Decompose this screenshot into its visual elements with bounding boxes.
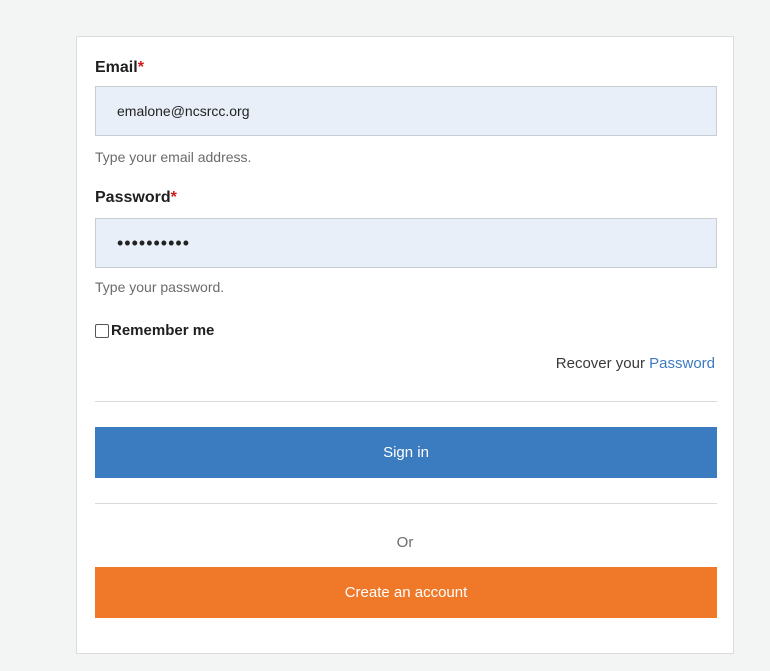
create-account-button[interactable]: Create an account xyxy=(95,567,717,618)
password-label-text: Password xyxy=(95,189,171,206)
email-field[interactable] xyxy=(95,86,717,136)
email-required-mark: * xyxy=(137,59,144,76)
remember-me-checkbox[interactable] xyxy=(95,323,109,338)
recover-password-row: Recover your Password xyxy=(556,355,715,372)
recover-prefix-text: Recover your xyxy=(555,355,650,372)
recover-password-link[interactable]: Password xyxy=(649,355,715,372)
login-card: Email* Type your email address. Password… xyxy=(76,36,734,654)
email-help-text: Type your email address. xyxy=(95,149,252,165)
login-page: Email* Type your email address. Password… xyxy=(0,0,770,671)
sign-in-button[interactable]: Sign in xyxy=(95,427,717,478)
remember-me-label[interactable]: Remember me xyxy=(111,322,214,339)
divider-bottom xyxy=(95,503,717,504)
password-required-mark: * xyxy=(170,189,177,206)
divider-top xyxy=(95,401,717,402)
email-label: Email* xyxy=(95,59,144,77)
remember-me-row[interactable]: Remember me xyxy=(95,322,214,339)
password-help-text: Type your password. xyxy=(95,279,225,295)
password-label: Password* xyxy=(95,189,177,207)
or-separator-text: Or xyxy=(396,534,414,551)
email-label-text: Email xyxy=(95,59,138,76)
password-field[interactable] xyxy=(95,218,717,268)
